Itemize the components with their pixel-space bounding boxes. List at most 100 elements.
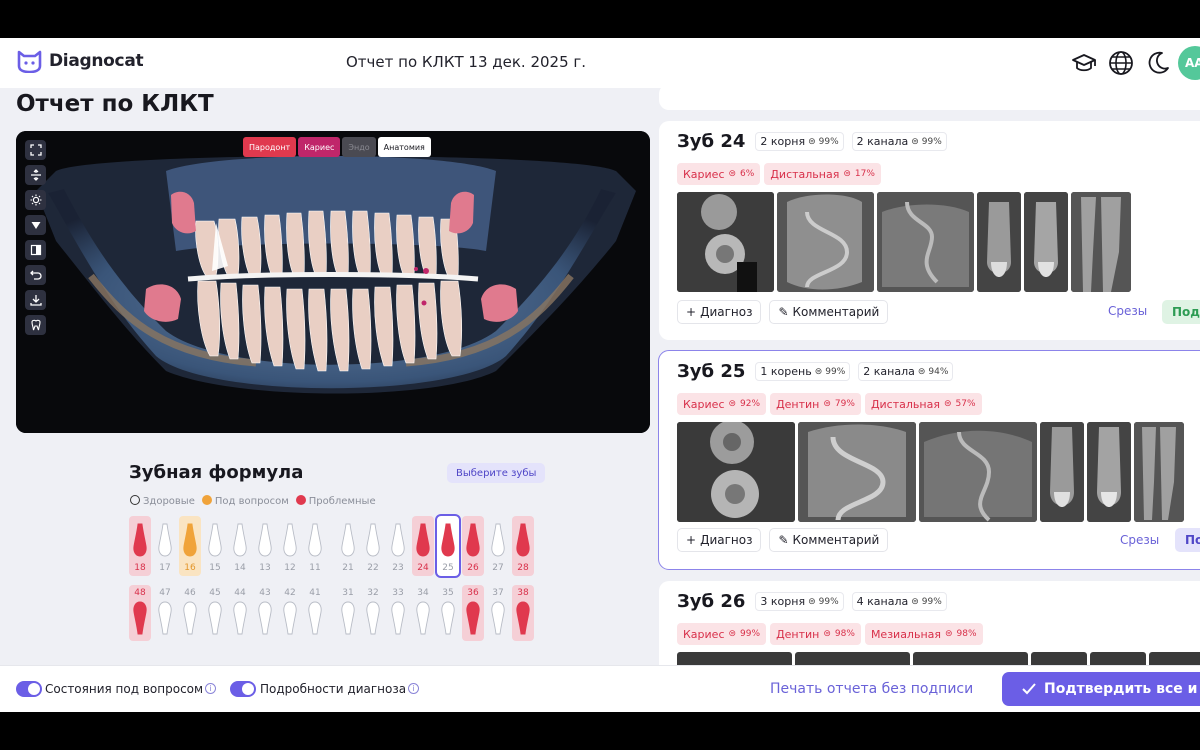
tooth-43[interactable]: 43 [254, 585, 276, 641]
tooth-34[interactable]: 34 [412, 585, 434, 641]
tooth-21[interactable]: 21 [337, 516, 359, 576]
tooth-27[interactable]: 27 [487, 516, 509, 576]
slice-image[interactable] [798, 422, 916, 522]
card-header: Зуб 24 2 корня ⊜ 99% 2 канала ⊜ 99% [677, 131, 947, 152]
finding-chip[interactable]: Дентин ⊜ 98% [770, 623, 861, 645]
tooth-11[interactable]: 11 [304, 516, 326, 576]
tooth-12[interactable]: 12 [279, 516, 301, 576]
tooth-13[interactable]: 13 [254, 516, 276, 576]
user-avatar[interactable]: АА [1178, 46, 1200, 80]
slice-image[interactable] [877, 192, 974, 292]
ai-icon: ⊜ [823, 629, 831, 639]
slices-link[interactable]: Срезы [1108, 304, 1147, 318]
add-comment-button[interactable]: ✎ Комментарий [769, 528, 889, 552]
slice-image[interactable] [977, 192, 1021, 292]
tooth-18[interactable]: 18 [129, 516, 151, 576]
add-comment-button[interactable]: ✎ Комментарий [769, 300, 889, 324]
lower-tooth-icon [133, 601, 147, 635]
tooth-number: 35 [442, 588, 454, 598]
finding-chip[interactable]: Мезиальная ⊜ 98% [864, 623, 983, 645]
tooth-33[interactable]: 33 [387, 585, 409, 641]
download-icon[interactable] [25, 290, 46, 310]
print-without-signature-link[interactable]: Печать отчета без подписи [770, 681, 973, 697]
slice-image[interactable] [1087, 422, 1131, 522]
tooth-45[interactable]: 45 [204, 585, 226, 641]
expand-icon[interactable] [25, 140, 46, 160]
tooth-17[interactable]: 17 [154, 516, 176, 576]
lower-tooth-icon [366, 601, 380, 635]
confirm-tooth-button[interactable]: Подт [1162, 300, 1200, 324]
add-diagnosis-button[interactable]: + Диагноз [677, 528, 762, 552]
moon-icon[interactable] [1145, 50, 1171, 76]
tooth-16[interactable]: 16 [179, 516, 201, 576]
tooth-42[interactable]: 42 [279, 585, 301, 641]
tooth-14[interactable]: 14 [229, 516, 251, 576]
slice-image[interactable] [1071, 192, 1131, 292]
slice-image[interactable] [677, 192, 774, 292]
tooth-37[interactable]: 37 [487, 585, 509, 641]
finding-chip[interactable]: Кариес ⊜ 6% [677, 163, 761, 185]
tooth-47[interactable]: 47 [154, 585, 176, 641]
graduation-cap-icon[interactable] [1071, 50, 1097, 76]
tab-caries[interactable]: Кариес [298, 137, 341, 157]
cbct-panoramic-viewer[interactable]: Пародонт Кариес Эндо Анатомия [16, 131, 650, 433]
info-icon[interactable]: i [205, 683, 216, 694]
tooth-28[interactable]: 28 [512, 516, 534, 576]
confirm-tooth-button[interactable]: По [1175, 528, 1200, 552]
tab-endo[interactable]: Эндо [342, 137, 376, 157]
tab-anatomy[interactable]: Анатомия [377, 137, 431, 157]
tooth-41[interactable]: 41 [304, 585, 326, 641]
tooth-26[interactable]: 26 [462, 516, 484, 576]
tooth-title: Зуб 24 [677, 131, 746, 152]
tooth-15[interactable]: 15 [204, 516, 226, 576]
slice-image[interactable] [777, 192, 874, 292]
tooth-card-previous [659, 84, 1200, 110]
undo-icon[interactable] [25, 265, 46, 285]
select-teeth-button[interactable]: Выберите зубы [447, 463, 546, 483]
tooth-31[interactable]: 31 [337, 585, 359, 641]
finding-chip[interactable]: Дентин ⊜ 79% [770, 393, 861, 415]
add-diagnosis-button[interactable]: + Диагноз [677, 300, 762, 324]
tooth-card-24[interactable]: Зуб 24 2 корня ⊜ 99% 2 канала ⊜ 99% Кариес ⊜ 6… [659, 121, 1200, 340]
confirm-all-button[interactable]: Подтвердить все и п [1002, 672, 1200, 706]
slices-link[interactable]: Срезы [1120, 533, 1159, 547]
diagnosis-details-toggle[interactable] [230, 681, 256, 697]
ai-icon: ⊜ [808, 136, 816, 147]
finding-chip[interactable]: Дистальная ⊜ 17% [764, 163, 881, 185]
triangle-down-icon[interactable] [25, 215, 46, 235]
brand-logo[interactable]: Diagnocat [16, 49, 144, 73]
slice-image[interactable] [677, 422, 795, 522]
finding-chip[interactable]: Кариес ⊜ 99% [677, 623, 767, 645]
slice-image[interactable] [1134, 422, 1184, 522]
canals-badge: 4 канала ⊜ 99% [851, 592, 947, 611]
tooth-25[interactable]: 25 [435, 514, 461, 578]
globe-icon[interactable] [1108, 50, 1134, 76]
vertical-resize-icon[interactable] [25, 165, 46, 185]
tooth-23[interactable]: 23 [387, 516, 409, 576]
questionable-states-toggle[interactable] [16, 681, 42, 697]
info-icon[interactable]: i [408, 683, 419, 694]
tab-periodont[interactable]: Пародонт [243, 137, 297, 157]
ai-icon: ⊜ [911, 596, 919, 607]
tooth-card-25[interactable]: Зуб 25 1 корень ⊜ 99% 2 канала ⊜ 94% Кариес ⊜… [658, 350, 1200, 570]
tooth-number: 15 [209, 563, 221, 573]
tooth-36[interactable]: 36 [462, 585, 484, 641]
tooth-35[interactable]: 35 [437, 585, 459, 641]
tooth-24[interactable]: 24 [412, 516, 434, 576]
tooth-icon[interactable] [25, 315, 46, 335]
slice-image[interactable] [919, 422, 1037, 522]
toggle-label: Состояния под вопросом [45, 682, 204, 696]
finding-chip[interactable]: Дистальная ⊜ 57% [864, 393, 982, 415]
brightness-icon[interactable] [25, 190, 46, 210]
slice-image[interactable] [1040, 422, 1084, 522]
tooth-32[interactable]: 32 [362, 585, 384, 641]
invert-icon[interactable] [25, 240, 46, 260]
finding-chip[interactable]: Кариес ⊜ 92% [677, 393, 767, 415]
slice-image[interactable] [1024, 192, 1068, 292]
tooth-44[interactable]: 44 [229, 585, 251, 641]
card-actions: + Диагноз ✎ Комментарий [677, 528, 889, 552]
tooth-38[interactable]: 38 [512, 585, 534, 641]
tooth-46[interactable]: 46 [179, 585, 201, 641]
tooth-48[interactable]: 48 [129, 585, 151, 641]
tooth-22[interactable]: 22 [362, 516, 384, 576]
